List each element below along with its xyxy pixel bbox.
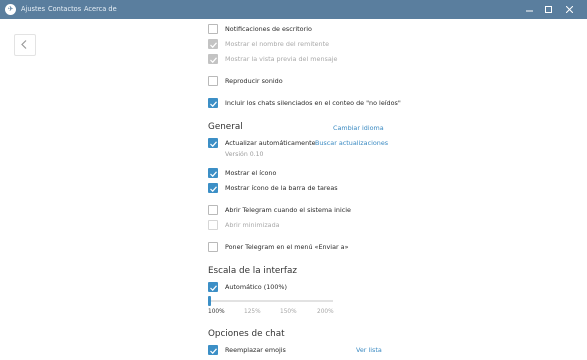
auto-update-label: Actualizar automáticamente: [225, 139, 316, 147]
taskbar-icon-label: Mostrar ícono de la barra de tareas: [225, 184, 338, 192]
show-preview-checkbox: [208, 54, 218, 64]
version-text: Versión 0.10: [225, 151, 264, 158]
desktop-notifications-label: Notificaciones de escritorio: [225, 25, 312, 33]
send-to-menu-label: Poner Telegram en el menú «Enviar a»: [225, 243, 349, 251]
menu-contacts[interactable]: Contactos: [48, 5, 81, 13]
show-sender-label: Mostrar el nombre del remitente: [225, 40, 330, 48]
tray-icon-label: Mostrar el ícono: [225, 169, 277, 177]
scale-auto-checkbox[interactable]: [208, 282, 218, 292]
check-icon: [210, 347, 217, 354]
tray-icon-checkbox[interactable]: [208, 168, 218, 178]
close-button[interactable]: [562, 3, 576, 16]
scale-tick-125[interactable]: 125%: [244, 309, 261, 315]
replace-emoji-checkbox[interactable]: [208, 345, 218, 355]
include-muted-label: Incluir los chats silenciados en el cont…: [225, 99, 401, 107]
change-language-link[interactable]: Cambiar idioma: [333, 124, 384, 132]
chevron-left-icon: [21, 40, 27, 49]
maximize-icon: [544, 6, 552, 13]
autostart-checkbox[interactable]: [208, 205, 218, 215]
send-to-menu-checkbox[interactable]: [208, 242, 218, 252]
scale-section-title: Escala de la interfaz: [208, 266, 298, 276]
check-icon: [210, 140, 217, 147]
check-icon: [210, 284, 217, 291]
include-muted-checkbox[interactable]: [208, 98, 218, 108]
check-icon: [210, 100, 217, 107]
view-emoji-list-link[interactable]: Ver lista: [356, 346, 382, 354]
check-icon: [210, 185, 217, 192]
general-section-title: General: [208, 122, 243, 132]
telegram-logo-icon: ✈: [5, 4, 16, 15]
title-bar: ✈ Ajustes Contactos Acerca de: [0, 0, 587, 19]
scale-tick-100[interactable]: 100%: [208, 309, 225, 315]
taskbar-icon-checkbox[interactable]: [208, 183, 218, 193]
scale-tick-200[interactable]: 200%: [317, 309, 334, 315]
minimize-button[interactable]: [522, 3, 536, 16]
chat-options-section-title: Opciones de chat: [208, 329, 285, 339]
autostart-label: Abrir Telegram cuando el sistema inicie: [225, 206, 351, 214]
show-preview-label: Mostrar la vista previa del mensaje: [225, 55, 338, 63]
desktop-notifications-checkbox[interactable]: [208, 24, 218, 34]
auto-update-checkbox[interactable]: [208, 138, 218, 148]
replace-emoji-label: Reemplazar emojis: [225, 346, 286, 354]
scale-slider-handle[interactable]: [208, 296, 211, 306]
scale-auto-label: Automático (100%): [225, 283, 287, 291]
close-icon: [565, 6, 573, 13]
scale-tick-150[interactable]: 150%: [280, 309, 297, 315]
show-sender-checkbox: [208, 39, 218, 49]
play-sound-checkbox[interactable]: [208, 76, 218, 86]
maximize-button[interactable]: [541, 3, 555, 16]
menu-about[interactable]: Acerca de: [84, 5, 117, 13]
play-sound-label: Reproducir sonido: [225, 77, 283, 85]
check-icon: [210, 41, 217, 48]
minimize-icon: [525, 10, 533, 12]
start-minimized-label: Abrir minimizada: [225, 221, 280, 229]
start-minimized-checkbox: [208, 220, 218, 230]
back-button[interactable]: [14, 34, 36, 56]
scale-slider-track[interactable]: [208, 300, 333, 302]
check-updates-link[interactable]: Buscar actualizaciones: [315, 139, 388, 147]
check-icon: [210, 170, 217, 177]
menu-settings[interactable]: Ajustes: [21, 5, 45, 13]
check-icon: [210, 56, 217, 63]
